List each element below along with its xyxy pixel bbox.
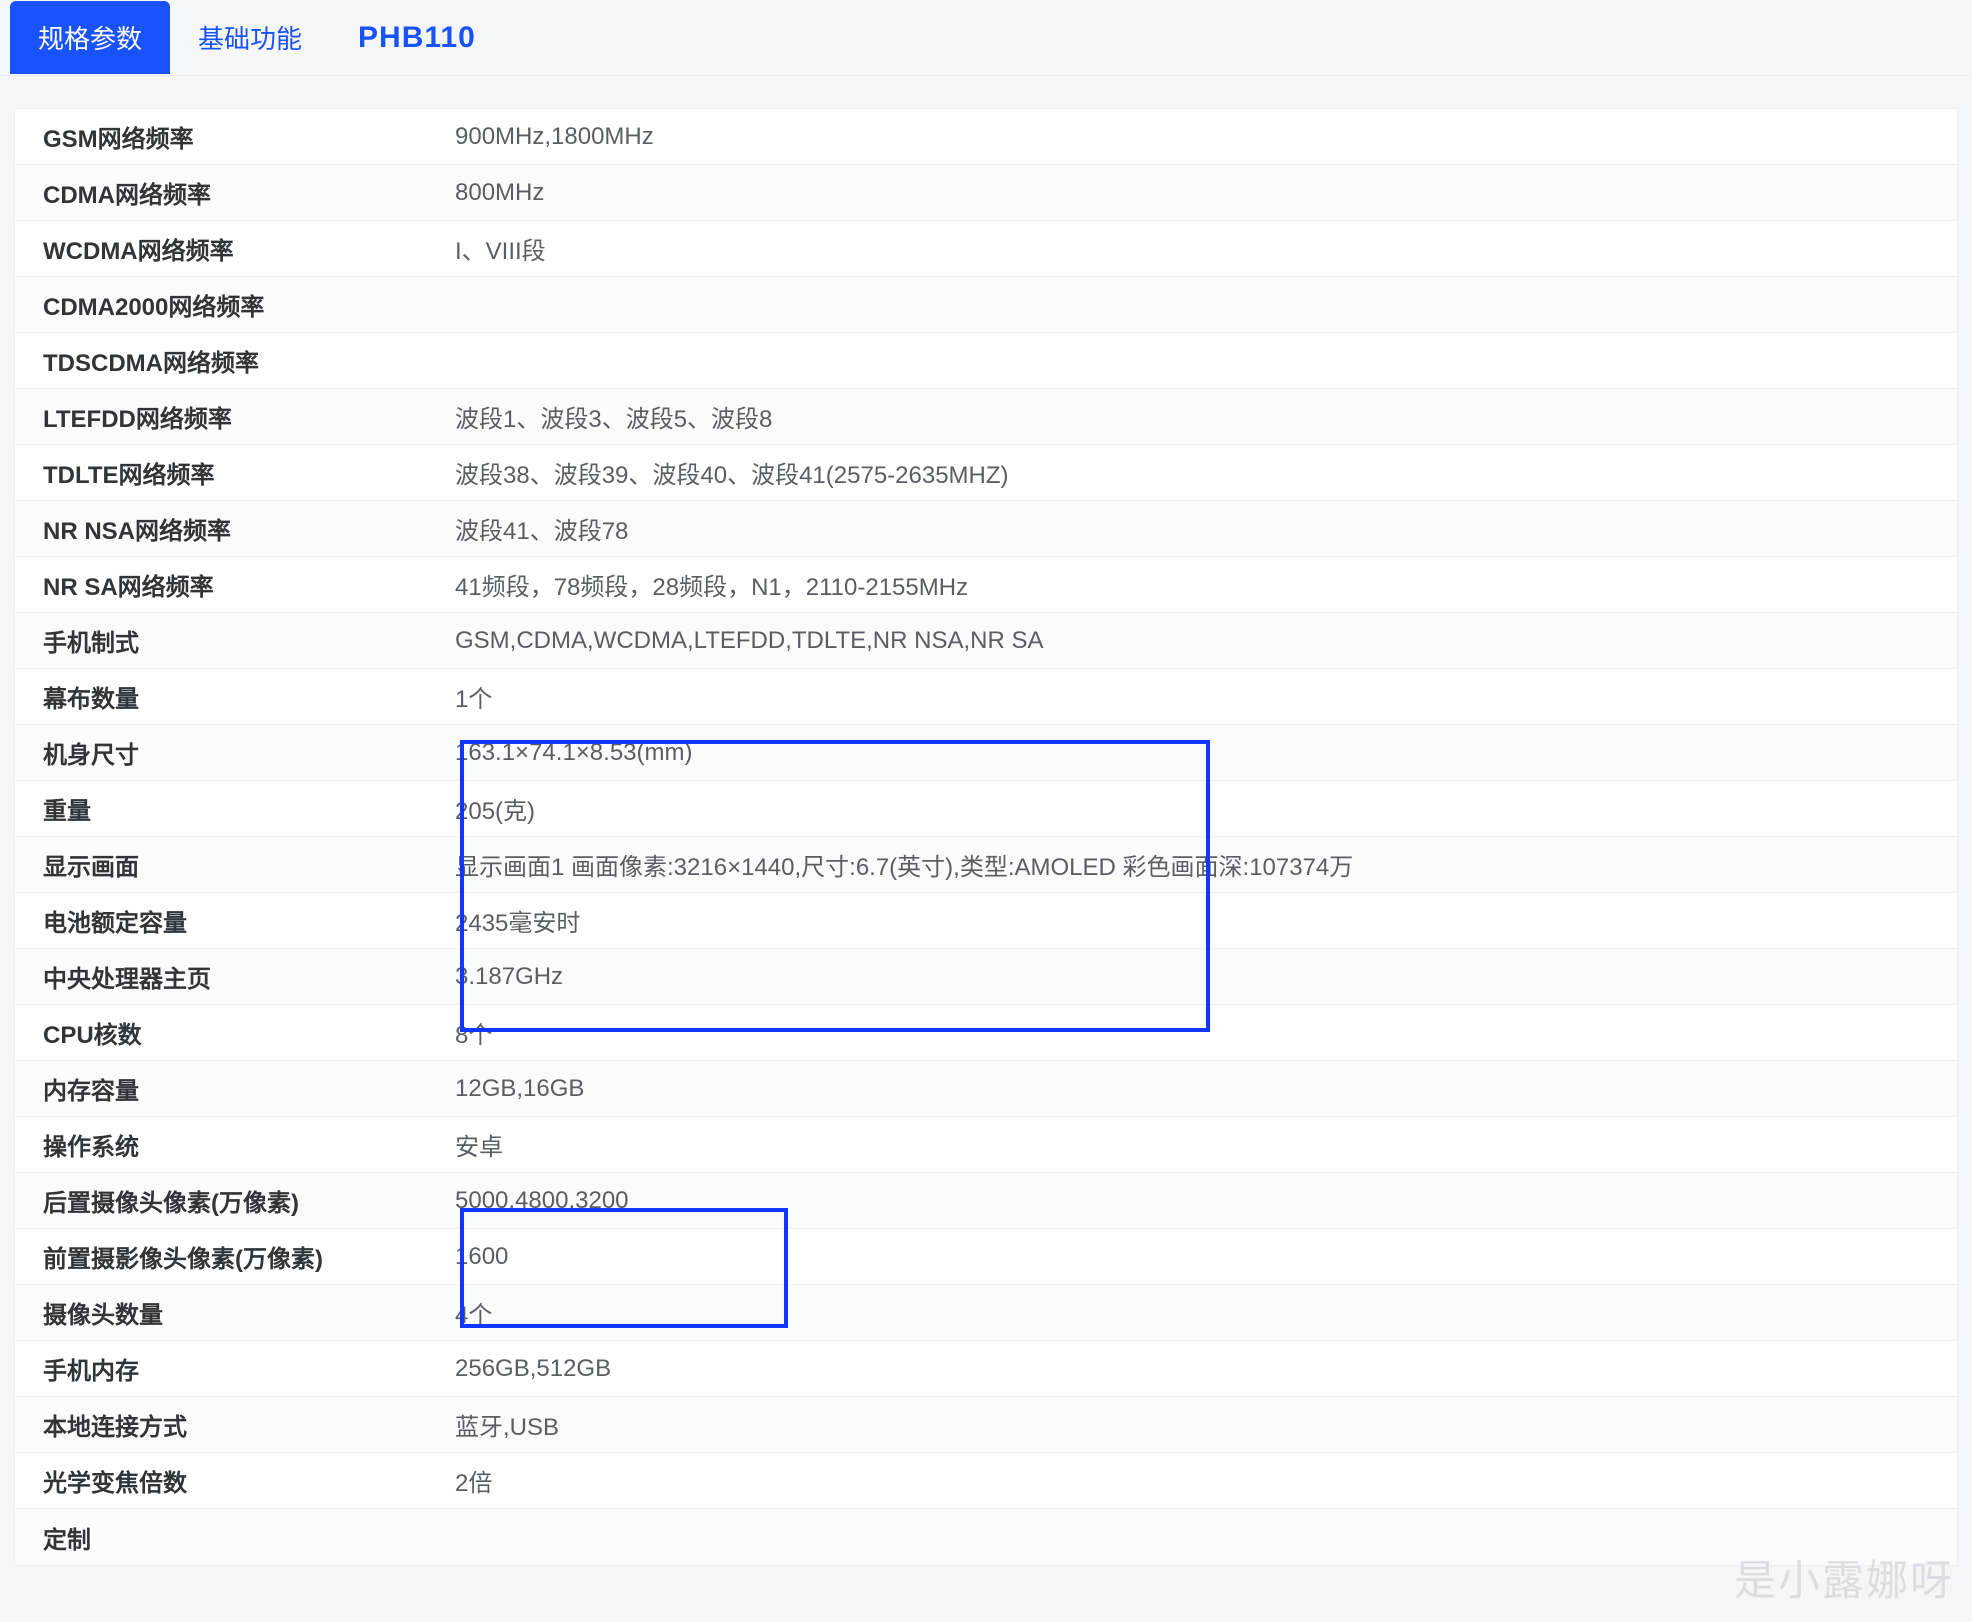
table-row: 定制 xyxy=(15,1509,1957,1565)
row-label: LTEFDD网络频率 xyxy=(15,399,455,434)
row-label: 摄像头数量 xyxy=(15,1295,455,1330)
row-label: 重量 xyxy=(15,791,455,826)
row-value: 4个 xyxy=(455,1295,1957,1330)
table-row: 机身尺寸163.1×74.1×8.53(mm) xyxy=(15,725,1957,781)
row-value: 205(克) xyxy=(455,791,1957,826)
table-row: 中央处理器主页3.187GHz xyxy=(15,949,1957,1005)
table-row: 显示画面显示画面1 画面像素:3216×1440,尺寸:6.7(英寸),类型:A… xyxy=(15,837,1957,893)
row-label: CDMA网络频率 xyxy=(15,175,455,210)
row-label: 前置摄影像头像素(万像素) xyxy=(15,1239,455,1274)
table-row: NR NSA网络频率波段41、波段78 xyxy=(15,501,1957,557)
row-value: GSM,CDMA,WCDMA,LTEFDD,TDLTE,NR NSA,NR SA xyxy=(455,627,1957,655)
row-value: 波段38、波段39、波段40、波段41(2575-2635MHZ) xyxy=(455,455,1957,490)
row-label: 手机内存 xyxy=(15,1351,455,1386)
table-row: LTEFDD网络频率波段1、波段3、波段5、波段8 xyxy=(15,389,1957,445)
row-value: 800MHz xyxy=(455,179,1957,207)
table-row: CDMA网络频率800MHz xyxy=(15,165,1957,221)
row-value: 8个 xyxy=(455,1015,1957,1050)
table-row: 手机内存256GB,512GB xyxy=(15,1341,1957,1397)
row-value: 163.1×74.1×8.53(mm) xyxy=(455,739,1957,767)
row-label: NR SA网络频率 xyxy=(15,567,455,602)
table-row: 摄像头数量4个 xyxy=(15,1285,1957,1341)
table-row: CPU核数8个 xyxy=(15,1005,1957,1061)
row-value: 3.187GHz xyxy=(455,963,1957,991)
table-row: 重量205(克) xyxy=(15,781,1957,837)
row-label: 机身尺寸 xyxy=(15,735,455,770)
model-code: PHB110 xyxy=(330,21,504,55)
table-row: TDSCDMA网络频率 xyxy=(15,333,1957,389)
table-row: 电池额定容量2435毫安时 xyxy=(15,893,1957,949)
table-row: GSM网络频率900MHz,1800MHz xyxy=(15,109,1957,165)
tab-bar: 规格参数 基础功能 PHB110 xyxy=(0,0,1972,76)
row-label: WCDMA网络频率 xyxy=(15,231,455,266)
table-row: NR SA网络频率41频段，78频段，28频段，N1，2110-2155MHz xyxy=(15,557,1957,613)
row-value: 1个 xyxy=(455,679,1957,714)
row-label: NR NSA网络频率 xyxy=(15,511,455,546)
row-value: 12GB,16GB xyxy=(455,1075,1957,1103)
row-value: 900MHz,1800MHz xyxy=(455,123,1957,151)
row-label: CDMA2000网络频率 xyxy=(15,287,455,322)
table-row: TDLTE网络频率波段38、波段39、波段40、波段41(2575-2635MH… xyxy=(15,445,1957,501)
row-label: TDLTE网络频率 xyxy=(15,455,455,490)
row-label: 光学变焦倍数 xyxy=(15,1463,455,1498)
row-value: 安卓 xyxy=(455,1127,1957,1162)
table-row: 本地连接方式蓝牙,USB xyxy=(15,1397,1957,1453)
row-value: 5000,4800,3200 xyxy=(455,1187,1957,1215)
row-label: 内存容量 xyxy=(15,1071,455,1106)
table-row: 光学变焦倍数2倍 xyxy=(15,1453,1957,1509)
row-label: 定制 xyxy=(15,1520,455,1555)
table-row: CDMA2000网络频率 xyxy=(15,277,1957,333)
spec-table: GSM网络频率900MHz,1800MHzCDMA网络频率800MHzWCDMA… xyxy=(14,108,1958,1566)
row-label: GSM网络频率 xyxy=(15,119,455,154)
row-label: TDSCDMA网络频率 xyxy=(15,343,455,378)
row-value: 显示画面1 画面像素:3216×1440,尺寸:6.7(英寸),类型:AMOLE… xyxy=(455,847,1957,882)
row-label: 手机制式 xyxy=(15,623,455,658)
row-value: 1600 xyxy=(455,1243,1957,1271)
row-value: 41频段，78频段，28频段，N1，2110-2155MHz xyxy=(455,567,1957,602)
table-row: WCDMA网络频率I、VIII段 xyxy=(15,221,1957,277)
row-label: 操作系统 xyxy=(15,1127,455,1162)
row-label: 幕布数量 xyxy=(15,679,455,714)
row-label: 显示画面 xyxy=(15,847,455,882)
row-value: 2435毫安时 xyxy=(455,903,1957,938)
row-value: 2倍 xyxy=(455,1463,1957,1498)
row-value: 波段41、波段78 xyxy=(455,511,1957,546)
row-label: CPU核数 xyxy=(15,1015,455,1050)
row-label: 后置摄像头像素(万像素) xyxy=(15,1183,455,1218)
table-row: 手机制式GSM,CDMA,WCDMA,LTEFDD,TDLTE,NR NSA,N… xyxy=(15,613,1957,669)
table-row: 后置摄像头像素(万像素)5000,4800,3200 xyxy=(15,1173,1957,1229)
row-value: I、VIII段 xyxy=(455,231,1957,266)
row-label: 电池额定容量 xyxy=(15,903,455,938)
row-label: 本地连接方式 xyxy=(15,1407,455,1442)
row-label: 中央处理器主页 xyxy=(15,959,455,994)
row-value: 蓝牙,USB xyxy=(455,1407,1957,1442)
tab-spec[interactable]: 规格参数 xyxy=(10,1,170,74)
table-row: 内存容量12GB,16GB xyxy=(15,1061,1957,1117)
row-value: 256GB,512GB xyxy=(455,1355,1957,1383)
table-row: 幕布数量1个 xyxy=(15,669,1957,725)
table-row: 前置摄影像头像素(万像素)1600 xyxy=(15,1229,1957,1285)
row-value: 波段1、波段3、波段5、波段8 xyxy=(455,399,1957,434)
tab-basic[interactable]: 基础功能 xyxy=(170,1,330,74)
table-row: 操作系统安卓 xyxy=(15,1117,1957,1173)
